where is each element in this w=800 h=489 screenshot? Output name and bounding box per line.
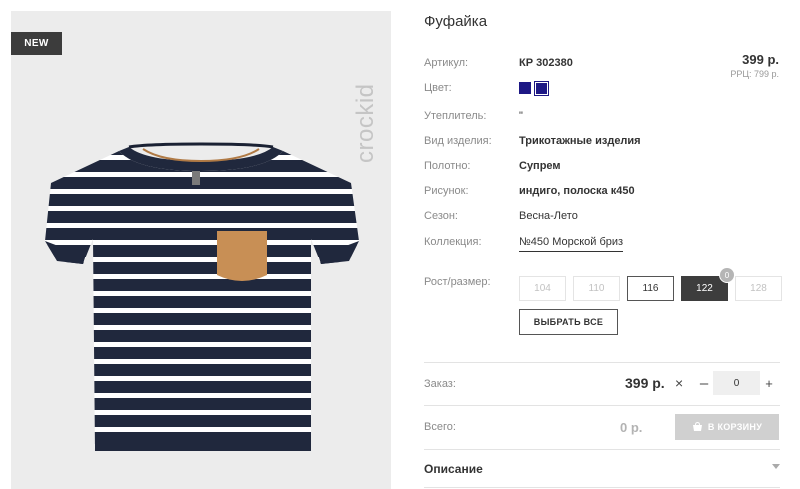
color-swatches (519, 81, 549, 96)
chevron-down-icon[interactable] (772, 464, 780, 469)
cart-icon (692, 422, 702, 431)
add-to-cart-button[interactable]: В КОРЗИНУ (675, 414, 779, 440)
season-value: Весна-Лето (519, 210, 578, 222)
divider (424, 487, 780, 488)
product-photo (45, 142, 359, 451)
size-selector: 104 110 116 122 0 128 (519, 267, 782, 301)
divider (424, 405, 780, 406)
article-value: КР 302380 (519, 57, 573, 69)
color-swatch-indigo-selected[interactable] (534, 81, 549, 96)
product-image[interactable]: NEW crockid (11, 11, 391, 489)
fabric-label: Полотно: (424, 160, 471, 172)
size-quantity-badge: 0 (719, 267, 735, 283)
divider (424, 449, 780, 450)
order-label: Заказ: (424, 378, 456, 390)
insulation-value: " (519, 110, 523, 122)
description-toggle[interactable]: Описание (424, 462, 483, 476)
pattern-label: Рисунок: (424, 185, 469, 197)
type-value: Трикотажные изделия (519, 135, 641, 147)
tshirt-illustration (45, 142, 359, 451)
quantity-input[interactable] (713, 371, 760, 395)
collection-label: Коллекция: (424, 236, 482, 248)
total-label: Всего: (424, 421, 456, 433)
fabric-value: Супрем (519, 160, 561, 172)
divider (424, 362, 780, 363)
size-label: Рост/размер: (424, 276, 491, 288)
size-option[interactable]: 110 (573, 276, 620, 301)
size-option[interactable]: 104 (519, 276, 566, 301)
article-label: Артикул: (424, 57, 469, 69)
type-label: Вид изделия: (424, 135, 492, 147)
product-price: 399 р. (742, 52, 779, 67)
color-label: Цвет: (424, 82, 452, 94)
size-option-selected[interactable]: 122 0 (681, 267, 735, 301)
size-option[interactable]: 128 (735, 276, 782, 301)
select-all-button[interactable]: ВЫБРАТЬ ВСЕ (519, 309, 618, 335)
increase-quantity-button[interactable]: + (762, 374, 776, 392)
season-label: Сезон: (424, 210, 458, 222)
total-value: 0 р. (620, 420, 643, 435)
order-price: 399 р. (625, 375, 665, 391)
insulation-label: Утеплитель: (424, 110, 487, 122)
size-option[interactable]: 116 (627, 276, 674, 301)
new-badge: NEW (11, 32, 62, 55)
clear-order-icon[interactable]: × (675, 375, 683, 391)
color-swatch-indigo[interactable] (519, 82, 531, 94)
collection-link-text[interactable]: №450 Морской бриз (519, 236, 624, 252)
recommended-price: РРЦ: 799 р. (730, 69, 779, 79)
decrease-quantity-button[interactable]: – (697, 374, 711, 392)
product-title: Фуфайка (424, 13, 488, 30)
collection-link[interactable]: №450 Морской бриз (519, 236, 624, 252)
pattern-value: индиго, полоска к450 (519, 185, 635, 197)
